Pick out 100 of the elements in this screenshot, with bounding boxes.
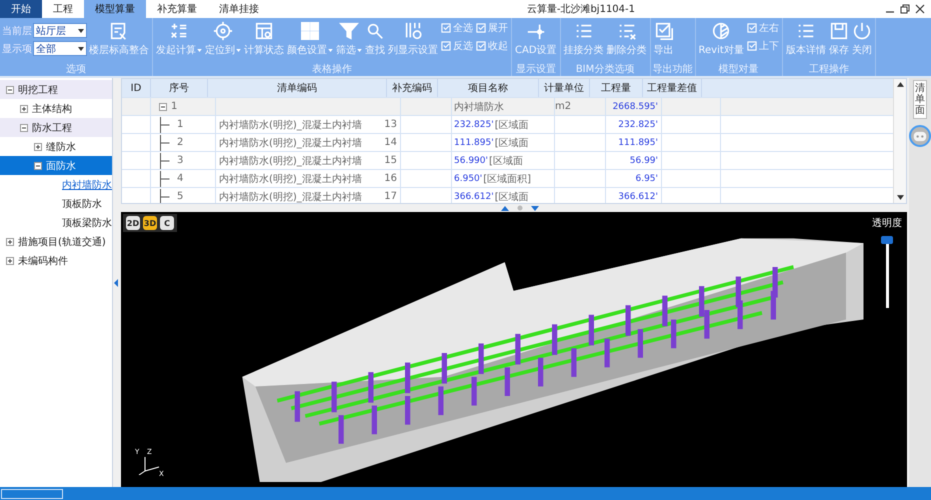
table-cell: 16 <box>384 173 397 184</box>
expand-icon[interactable] <box>6 238 14 246</box>
table-cell-text: 内衬墙防水(明挖)_混凝土内衬墙 <box>219 190 362 203</box>
table-cell: 14 <box>384 137 397 148</box>
checkbox-icon <box>746 23 757 33</box>
expand-icon[interactable] <box>6 256 14 264</box>
power-icon <box>852 21 872 41</box>
view-mode-button[interactable]: 2D <box>126 216 140 230</box>
collapse-icon[interactable] <box>159 102 167 110</box>
group-caption: 显示设置 <box>514 63 557 76</box>
tree-item[interactable]: 顶板梁防水 <box>0 213 112 232</box>
caret-icon <box>78 46 84 50</box>
down-arrow-icon[interactable] <box>531 206 539 210</box>
up-arrow-icon[interactable] <box>501 206 509 210</box>
table-cell-text: 内衬墙防水(明挖)_混凝土内衬墙 <box>219 154 362 168</box>
assistant-icon[interactable] <box>909 125 931 147</box>
group-caption: BIM分类选项 <box>574 63 636 76</box>
row-number: 1 <box>177 119 184 130</box>
group-caption: 工程操作 <box>808 63 850 76</box>
row-number: 4 <box>177 173 184 184</box>
group-caption: 导出功能 <box>652 63 693 76</box>
view-mode-button[interactable]: C <box>160 216 174 230</box>
table-cell: 6.95' <box>635 174 658 184</box>
group-caption: 表格操作 <box>311 63 353 76</box>
table-cell: 56.990' <box>454 156 488 166</box>
table-cell: 2668.595' <box>612 102 658 112</box>
table-cell: 111.895' <box>454 138 494 148</box>
group-caption: 模型对量 <box>718 63 760 76</box>
tree-item[interactable]: 未编码构件 <box>0 251 112 270</box>
tree-item[interactable]: 缝防水 <box>0 137 112 156</box>
table-cell: 13 <box>384 119 397 130</box>
menu-tab[interactable]: 模型算量 <box>84 0 146 18</box>
table-cell-text: [区域面 <box>494 118 529 132</box>
collapse-icon[interactable] <box>20 124 28 132</box>
restore-icon[interactable] <box>900 4 910 14</box>
math-symbols-icon <box>169 21 189 41</box>
table-cell: 111.895' <box>618 138 658 148</box>
columns-icon <box>403 21 423 41</box>
table-cell: 366.612' <box>454 192 494 202</box>
tree-item[interactable]: 防水工程 <box>0 118 112 137</box>
window-title: 云算量-北沙滩bj1104-1 <box>526 2 635 16</box>
dropdown-field[interactable]: 全部 <box>33 41 87 56</box>
table-gear-icon <box>254 21 274 41</box>
tree-item[interactable]: 主体结构 <box>0 99 112 118</box>
menu-tab[interactable]: 开始 <box>0 0 42 18</box>
filter-icon <box>339 21 359 41</box>
search-icon <box>365 21 385 41</box>
scroll-down-icon[interactable] <box>896 195 904 200</box>
grip-icon[interactable] <box>517 205 523 211</box>
table-cell: 56.99' <box>630 156 658 166</box>
table-cell-text: 内衬墙防水(明挖)_混凝土内衬墙 <box>219 136 362 150</box>
view-mode-button[interactable]: 3D <box>143 216 157 230</box>
export-icon <box>654 21 674 41</box>
row-number: 5 <box>177 191 184 202</box>
slider-thumb[interactable] <box>881 236 893 244</box>
table-cell: 6.950' <box>454 174 482 184</box>
scroll-up-icon[interactable] <box>896 82 904 87</box>
checkbox-icon <box>746 41 757 51</box>
table-cell-text: [区域面 <box>494 190 529 203</box>
row-number: 1 <box>171 101 178 112</box>
checkbox-icon <box>441 41 451 51</box>
table-cell: 17 <box>384 191 397 202</box>
table-cell-text: 内衬墙防水 <box>454 100 504 114</box>
table-cell: m2 <box>555 101 572 112</box>
collapse-arrow-icon[interactable] <box>114 278 118 286</box>
tree-item[interactable]: 内衬墙防水 <box>0 175 112 194</box>
group-caption: 选项 <box>65 63 87 76</box>
axis-icon <box>137 455 161 475</box>
checkbox-icon <box>476 23 486 33</box>
transparency-label: 透明度 <box>872 216 902 230</box>
table-cell-text: 内衬墙防水(明挖)_混凝土内衬墙 <box>219 172 362 186</box>
field-label: 当前层 <box>2 24 32 38</box>
table-cell: 232.825' <box>454 120 494 130</box>
table-cell-text: [区域面 <box>488 154 523 168</box>
tree-item[interactable]: 面防水 <box>0 156 112 175</box>
tree-item[interactable]: 措施项目(轨道交通) <box>0 232 112 251</box>
close-icon[interactable] <box>915 4 925 14</box>
field-label: 显示项 <box>2 42 32 56</box>
table-cell: 232.825' <box>618 120 658 130</box>
save-icon <box>828 21 849 41</box>
checkbox-icon <box>441 23 451 33</box>
expand-icon[interactable] <box>34 142 42 150</box>
side-panel-tab[interactable]: 清单面 <box>913 80 927 119</box>
sphere-icon <box>711 21 732 41</box>
dropdown-field[interactable]: 站厅层 <box>33 23 87 38</box>
row-number: 2 <box>177 137 184 148</box>
row-number: 3 <box>177 155 184 166</box>
checkbox-icon <box>476 41 486 51</box>
table-cell-text: [区域面积] <box>483 172 532 186</box>
grid-icon <box>300 21 320 41</box>
expand-icon[interactable] <box>20 104 28 112</box>
collapse-icon[interactable] <box>34 162 42 170</box>
caret-icon <box>78 28 84 32</box>
table-cell-text: [区域面 <box>494 136 529 150</box>
crosshair-icon <box>213 21 233 41</box>
table-cell: 15 <box>384 155 397 166</box>
tree-item[interactable]: 明挖工程 <box>0 80 112 99</box>
tree-item[interactable]: 顶板防水 <box>0 194 112 213</box>
table-cell: 366.612' <box>618 192 658 202</box>
collapse-icon[interactable] <box>6 86 14 94</box>
